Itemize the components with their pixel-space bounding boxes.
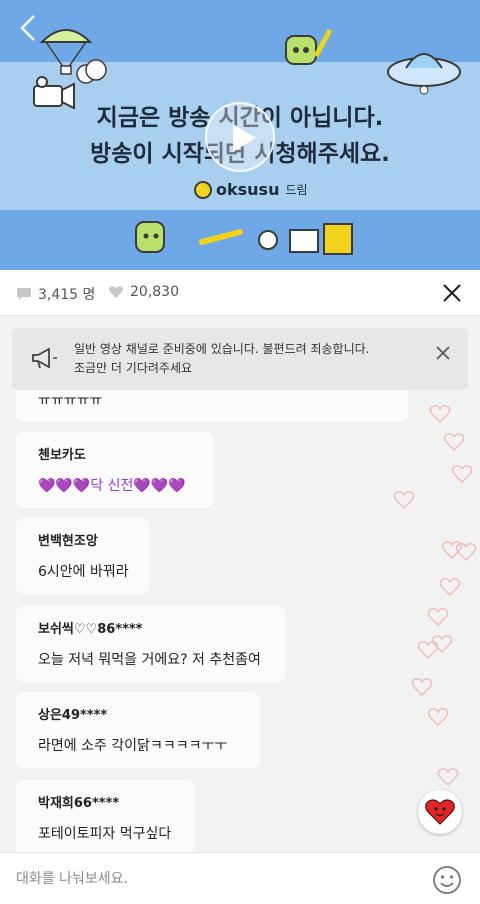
chat-message-text: 6시안에 바꿔라 — [38, 564, 129, 580]
chat-message-text: 💜💜💜닥 신전💜💜💜 — [38, 478, 186, 494]
chat-message: 상은49**** 라면에 소주 각이닭ㅋㅋㅋㅋㅜㅜ — [16, 692, 260, 768]
close-icon[interactable] — [440, 281, 464, 305]
ufo-doodle-icon — [387, 53, 461, 95]
brand-sub: 드림 — [285, 183, 308, 197]
chat-message: 박재희66**** 포테이토피자 먹구싶다 — [16, 780, 194, 852]
likes-stat: 20,830 — [108, 284, 179, 300]
like-heart-button[interactable] — [418, 790, 462, 834]
chat-username: 보쉬씩♡♡86**** — [38, 622, 143, 637]
stats-bar: 3,415 명 20,830 — [0, 270, 480, 316]
comments-count: 3,415 명 — [38, 287, 96, 303]
cloud-doodle-icon — [76, 59, 107, 84]
floating-hearts-icon — [393, 405, 477, 786]
chat-message: 보쉬씩♡♡86**** 오늘 저녁 뭐먹을 거에요? 저 추천좀여 — [16, 606, 286, 682]
chat-input[interactable] — [16, 865, 416, 893]
chat-message-text: 포테이토피자 먹구싶다 — [38, 826, 172, 842]
chat-message-text: 라면에 소주 각이닭ㅋㅋㅋㅋㅜㅜ — [38, 738, 228, 754]
chat-message: 변백현조앙 6시안에 바꿔라 — [16, 518, 150, 594]
logo-mark-icon — [194, 180, 212, 199]
chat-username: 상은49**** — [38, 708, 108, 723]
notice-close-icon[interactable] — [436, 346, 450, 360]
likes-count: 20,830 — [130, 284, 179, 300]
video-player[interactable]: 지금은 방송 시간이 아닙니다. 방송이 시작되면 시청해주세요. oksusu… — [0, 0, 480, 270]
play-button[interactable] — [205, 102, 275, 172]
notice-line2: 조금만 더 기다려주세요 — [74, 361, 193, 375]
megaphone-icon — [32, 347, 57, 369]
chat-input-bar — [0, 852, 480, 904]
chat-message-text: ㅠㅠㅠㅠㅠ — [38, 393, 103, 409]
chat-message-text: 오늘 저녁 뭐먹을 거에요? 저 추천좀여 — [38, 652, 261, 668]
comments-stat: 3,415 명 — [16, 284, 95, 304]
chat-username: 박재희66**** — [38, 796, 120, 811]
notice-text: 일반 영상 채널로 준비중에 있습니다. 불편드려 죄송합니다. 조금만 더 기… — [74, 340, 404, 378]
chat-username: 첸보카도 — [38, 448, 86, 463]
brand-name: oksusu — [216, 180, 280, 199]
bottom-doodles-icon — [135, 221, 353, 255]
notice-banner: 일반 영상 채널로 준비중에 있습니다. 불편드려 죄송합니다. 조금만 더 기… — [12, 328, 468, 390]
heart-character-icon — [425, 799, 455, 825]
speech-bubble-icon — [17, 288, 31, 300]
chat-message: 첸보카도 💜💜💜닥 신전💜💜💜 — [16, 432, 214, 508]
chat-username: 변백현조앙 — [38, 534, 98, 549]
notice-line1: 일반 영상 채널로 준비중에 있습니다. 불편드려 죄송합니다. — [74, 342, 370, 356]
brand-logo: oksusu 드림 — [194, 180, 308, 199]
heart-icon — [109, 286, 123, 298]
emoji-icon[interactable] — [432, 865, 462, 895]
tv-character-doodle-icon — [285, 28, 332, 65]
play-icon — [233, 124, 256, 152]
